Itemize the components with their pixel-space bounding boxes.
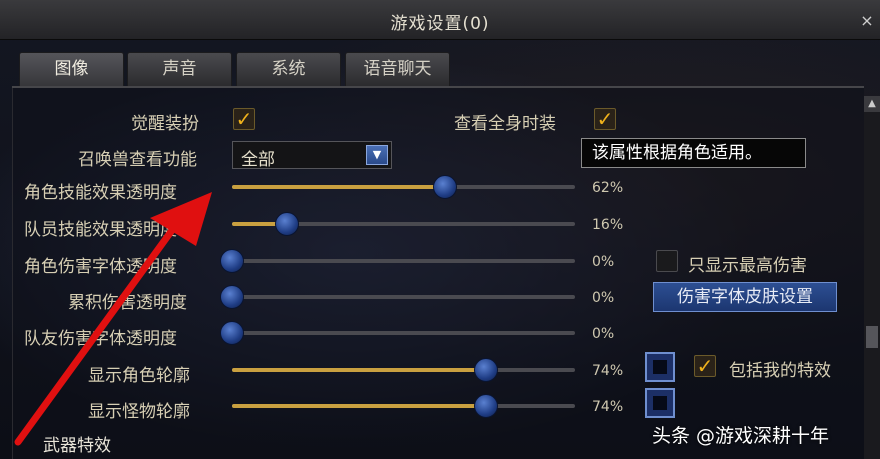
- view-full-costume-label: 查看全身时装: [454, 114, 556, 134]
- slider-accum-damage[interactable]: [220, 285, 575, 309]
- slider-monster-outline[interactable]: [232, 394, 575, 418]
- slider-fill: [232, 404, 486, 408]
- slider-skill-effect[interactable]: [232, 175, 575, 199]
- monster-outline-color-button[interactable]: [645, 388, 675, 418]
- slider-character-outline[interactable]: [232, 358, 575, 382]
- tab-image[interactable]: 图像: [19, 52, 124, 86]
- slider-knob[interactable]: [220, 285, 244, 309]
- summon-view-label: 召唤兽查看功能: [78, 150, 197, 170]
- slider-value: 0%: [592, 326, 615, 342]
- slider-knob[interactable]: [220, 321, 244, 345]
- tab-sound[interactable]: 声音: [127, 52, 232, 86]
- slider-label: 队友伤害字体透明度: [24, 329, 177, 349]
- slider-label: 角色伤害字体透明度: [24, 257, 177, 277]
- include-my-effects-checkbox[interactable]: ✓: [694, 355, 716, 377]
- show-max-damage-label: 只显示最高伤害: [688, 256, 807, 276]
- slider-value: 62%: [592, 180, 624, 196]
- include-my-effects-label: 包括我的特效: [729, 361, 831, 381]
- character-outline-color-button[interactable]: [645, 352, 675, 382]
- slider-value: 0%: [592, 254, 615, 270]
- slider-value: 74%: [592, 399, 624, 415]
- slider-team-skill-effect[interactable]: [232, 212, 575, 236]
- scroll-thumb[interactable]: [866, 326, 878, 348]
- slider-knob[interactable]: [220, 249, 244, 273]
- window-title: 游戏设置(0): [390, 14, 490, 34]
- slider-track: [232, 331, 575, 335]
- slider-track: [232, 259, 575, 263]
- titlebar: 游戏设置(0) ×: [0, 0, 880, 40]
- chevron-down-icon[interactable]: ▼: [366, 145, 388, 165]
- tab-voice-chat[interactable]: 语音聊天: [345, 52, 450, 86]
- slider-label: 队员技能效果透明度: [24, 220, 177, 240]
- awaken-outfit-label: 觉醒装扮: [131, 114, 199, 134]
- slider-value: 74%: [592, 363, 624, 379]
- settings-window: 游戏设置(0) × 图像 声音 系统 语音聊天 ▲ 觉醒装扮 ✓ 查看全身时装 …: [0, 0, 880, 459]
- damage-skin-settings-button[interactable]: 伤害字体皮肤设置: [653, 282, 837, 312]
- slider-teammate-damage-font[interactable]: [220, 321, 575, 345]
- slider-knob[interactable]: [275, 212, 299, 236]
- slider-track: [232, 295, 575, 299]
- summon-view-select[interactable]: 全部 ▼: [232, 141, 392, 170]
- slider-value: 16%: [592, 217, 624, 233]
- summon-view-value: 全部: [241, 150, 275, 170]
- slider-fill: [232, 185, 445, 189]
- slider-label: 累积伤害透明度: [68, 293, 187, 313]
- slider-label: 角色技能效果透明度: [24, 183, 177, 203]
- slider-label: 显示角色轮廓: [88, 366, 190, 386]
- awaken-outfit-checkbox[interactable]: ✓: [233, 108, 255, 130]
- slider-damage-font[interactable]: [220, 249, 575, 273]
- tooltip: 该属性根据角色适用。: [581, 138, 806, 168]
- close-icon[interactable]: ×: [858, 12, 876, 30]
- watermark: 头条 @游戏深耕十年: [652, 425, 830, 447]
- tab-bar: 图像 声音 系统 语音聊天: [0, 42, 880, 88]
- slider-knob[interactable]: [474, 394, 498, 418]
- scrollbar[interactable]: ▲: [864, 96, 880, 459]
- view-full-costume-checkbox[interactable]: ✓: [594, 108, 616, 130]
- show-max-damage-checkbox[interactable]: ✓: [656, 250, 678, 272]
- slider-fill: [232, 368, 486, 372]
- tab-system[interactable]: 系统: [236, 52, 341, 86]
- weapon-effects-label: 武器特效: [43, 436, 111, 456]
- slider-knob[interactable]: [433, 175, 457, 199]
- slider-label: 显示怪物轮廓: [88, 402, 190, 422]
- scroll-up-icon[interactable]: ▲: [864, 96, 880, 112]
- slider-value: 0%: [592, 290, 615, 306]
- slider-knob[interactable]: [474, 358, 498, 382]
